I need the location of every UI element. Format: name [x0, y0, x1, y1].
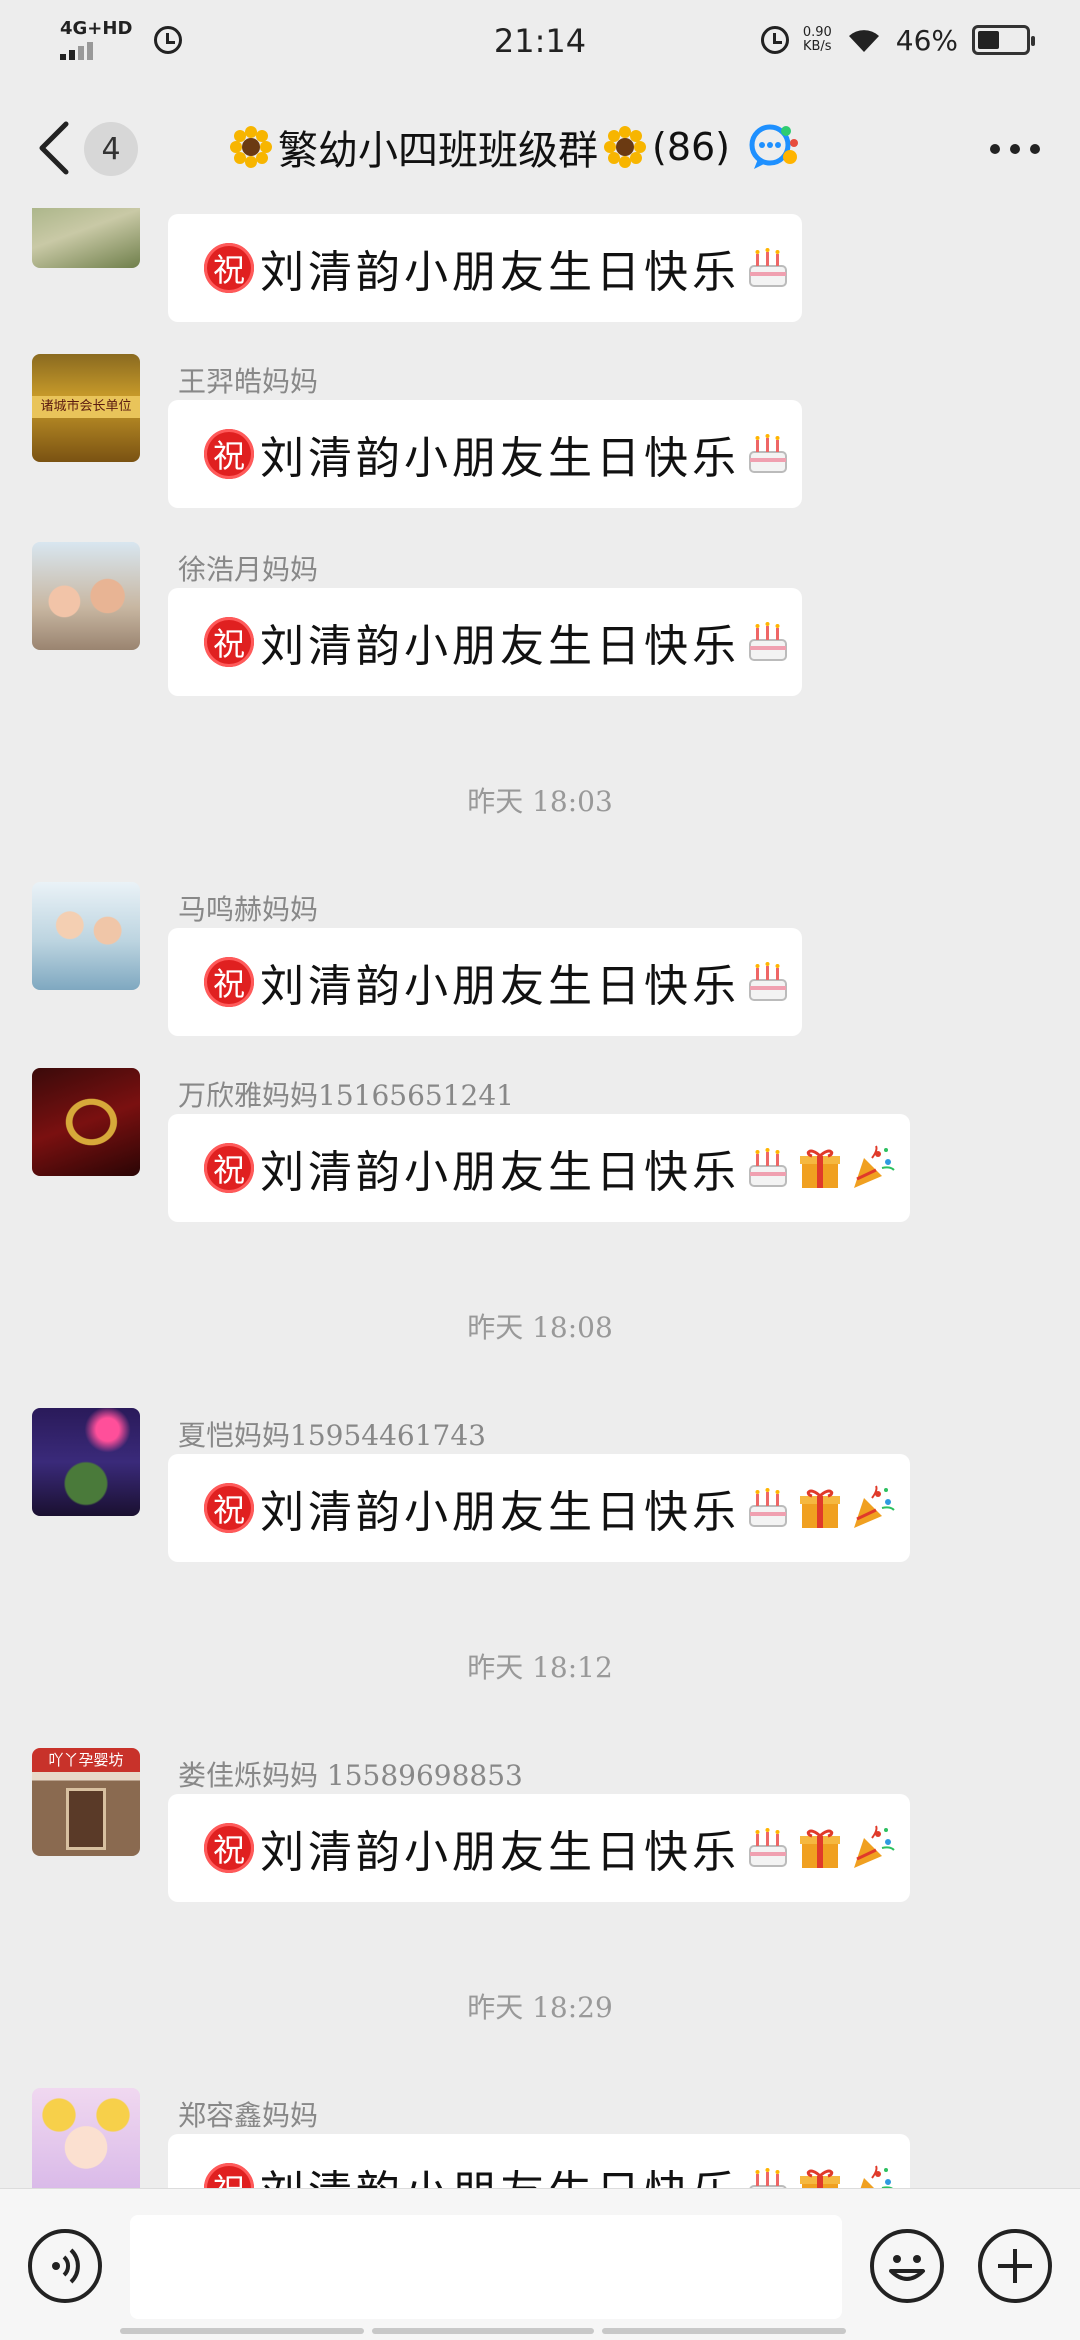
- sender-name: 万欣雅妈妈15165651241: [178, 1079, 514, 1112]
- gift-icon: [800, 1829, 840, 1868]
- battery-icon: [972, 25, 1035, 55]
- cake-icon: [749, 248, 787, 287]
- avatar[interactable]: [32, 1408, 140, 1516]
- cake-icon: [749, 962, 787, 1001]
- sunflower-icon: [604, 126, 646, 168]
- cake-icon: [749, 1148, 787, 1187]
- status-bar: 4G+HD 21:14 0.90 KB/s 46%: [0, 0, 1080, 80]
- unread-badge: 4: [84, 122, 138, 176]
- message-input[interactable]: [130, 2215, 842, 2319]
- message-text: 刘清韵小朋友生日快乐: [260, 1147, 740, 1198]
- zhu-badge-icon: 祝: [204, 1823, 254, 1873]
- sender-name: 徐浩月妈妈: [178, 553, 319, 586]
- group-name: 繁幼小四班班级群: [278, 128, 598, 174]
- time-separator: 昨天 18:03: [467, 785, 613, 818]
- message-list[interactable]: 祝 刘清韵小朋友生日快乐 诸城市会长单位 王羿皓妈妈 祝 刘清韵小朋友生日快乐 …: [0, 208, 1080, 2188]
- avatar[interactable]: [32, 1068, 140, 1176]
- message-bubble[interactable]: 祝 刘清韵小朋友生日快乐: [168, 1454, 910, 1562]
- navigation-gesture-bar: [120, 2328, 846, 2334]
- message-bubble[interactable]: 祝 刘清韵小朋友生日快乐: [168, 1114, 910, 1222]
- avatar[interactable]: 吖丫孕婴坊: [32, 1748, 140, 1856]
- emoji-button[interactable]: [870, 2229, 944, 2303]
- voice-icon: [52, 2248, 80, 2284]
- sender-name: 娄佳烁妈妈 15589698853: [178, 1759, 523, 1792]
- message-text: 刘清韵小朋友生日快乐: [260, 1487, 740, 1538]
- message-bubble[interactable]: 祝 刘清韵小朋友生日快乐: [168, 588, 802, 696]
- sunflower-icon: [230, 126, 272, 168]
- zhu-badge-icon: 祝: [204, 1143, 254, 1193]
- avatar[interactable]: 诸城市会长单位: [32, 354, 140, 462]
- time-separator: 昨天 18:29: [467, 1991, 613, 2024]
- message-text: 刘清韵小朋友生日快乐: [260, 247, 740, 298]
- more-options-button[interactable]: [990, 144, 1040, 154]
- message-bubble[interactable]: 祝 刘清韵小朋友生日快乐: [168, 214, 802, 322]
- zhu-badge-icon: 祝: [204, 1483, 254, 1533]
- zhu-badge-icon: 祝: [204, 957, 254, 1007]
- status-time: 21:14: [493, 22, 587, 60]
- cake-icon: [749, 1828, 787, 1867]
- sender-name: 马鸣赫妈妈: [178, 893, 319, 926]
- more-actions-button[interactable]: [978, 2229, 1052, 2303]
- time-separator: 昨天 18:12: [467, 1651, 613, 1684]
- sender-name: 夏恺妈妈15954461743: [178, 1419, 486, 1452]
- sender-name: 王羿皓妈妈: [178, 365, 319, 398]
- page-title: 繁幼小四班班级群 (86): [230, 118, 802, 176]
- message-text: 刘清韵小朋友生日快乐: [260, 1827, 740, 1878]
- cake-icon: [749, 2168, 787, 2188]
- voice-button[interactable]: [28, 2229, 102, 2303]
- message-bubble[interactable]: 祝 刘清韵小朋友生日快乐: [168, 1794, 910, 1902]
- gift-icon: [800, 2169, 840, 2188]
- cake-icon: [749, 434, 787, 473]
- party-popper-icon: [854, 1825, 895, 1868]
- gift-icon: [800, 1149, 840, 1188]
- zhu-badge-icon: 祝: [204, 617, 254, 667]
- group-chat-icon[interactable]: [746, 119, 802, 175]
- message-text: 刘清韵小朋友生日快乐: [260, 2156, 740, 2188]
- zhu-badge-icon: 祝: [204, 243, 254, 293]
- avatar[interactable]: [32, 2088, 140, 2188]
- time-separator: 昨天 18:08: [467, 1311, 613, 1344]
- message-bubble[interactable]: 祝 刘清韵小朋友生日快乐: [168, 400, 802, 508]
- zhu-badge-icon: 祝: [204, 2163, 254, 2188]
- member-count: (86): [652, 125, 731, 169]
- message-text: 刘清韵小朋友生日快乐: [260, 621, 740, 672]
- cake-icon: [749, 622, 787, 661]
- avatar[interactable]: [32, 542, 140, 650]
- message-text: 刘清韵小朋友生日快乐: [260, 433, 740, 484]
- sender-name: 郑容鑫妈妈: [178, 2099, 319, 2132]
- avatar[interactable]: [32, 882, 140, 990]
- alarm-clock-icon: [760, 26, 789, 54]
- party-popper-icon: [854, 1485, 895, 1528]
- chat-header: 4 繁幼小四班班级群 (86): [0, 88, 1080, 208]
- message-bubble[interactable]: 祝 刘清韵小朋友生日快乐: [168, 2134, 910, 2188]
- smiley-icon: [889, 2255, 925, 2281]
- plus-icon: [998, 2249, 1032, 2283]
- message-bubble[interactable]: 祝 刘清韵小朋友生日快乐: [168, 928, 802, 1036]
- party-popper-icon: [860, 2165, 894, 2188]
- party-popper-icon: [854, 1145, 895, 1188]
- zhu-badge-icon: 祝: [204, 429, 254, 479]
- avatar[interactable]: [32, 208, 140, 268]
- gift-icon: [800, 1489, 840, 1528]
- input-bar: [0, 2188, 1080, 2340]
- chevron-left-icon: [39, 121, 69, 175]
- message-text: 刘清韵小朋友生日快乐: [260, 961, 740, 1012]
- cake-icon: [749, 1488, 787, 1527]
